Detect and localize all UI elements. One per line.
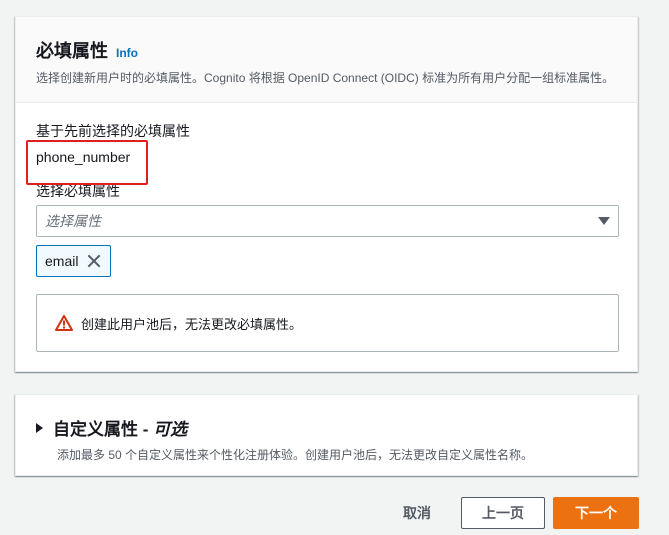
custom-attributes-expand-toggle[interactable]: 自定义属性 - 可选 bbox=[36, 415, 617, 440]
selected-attribute-token: email bbox=[36, 245, 112, 277]
next-button[interactable]: 下一个 bbox=[553, 497, 639, 529]
info-link[interactable]: Info bbox=[116, 46, 138, 60]
close-icon[interactable] bbox=[86, 253, 102, 269]
caret-right-icon bbox=[36, 422, 43, 433]
custom-attributes-title: 自定义属性 - 可选 bbox=[53, 420, 188, 439]
panel-description: 选择创建新用户时的必填属性。Cognito 将根据 OpenID Connect… bbox=[36, 71, 615, 85]
warning-icon bbox=[55, 315, 73, 331]
optional-label: 可选 bbox=[153, 420, 188, 439]
custom-attributes-panel: 自定义属性 - 可选 添加最多 50 个自定义属性来个性化注册体验。创建用户池后… bbox=[15, 394, 638, 476]
attribute-select-dropdown[interactable]: 选择属性 bbox=[36, 205, 619, 237]
required-attributes-panel: 必填属性 Info 选择创建新用户时的必填属性。Cognito 将根据 Open… bbox=[15, 16, 638, 372]
alert-text: 创建此用户池后，无法更改必填属性。 bbox=[81, 316, 303, 332]
preselected-label: 基于先前选择的必填属性 bbox=[36, 123, 190, 139]
panel-header: 必填属性 Info 选择创建新用户时的必填属性。Cognito 将根据 Open… bbox=[16, 17, 637, 103]
warning-alert: 创建此用户池后，无法更改必填属性。 bbox=[36, 294, 619, 352]
previous-button[interactable]: 上一页 bbox=[461, 497, 545, 529]
panel-body: 基于先前选择的必填属性 phone_number 选择必填属性 选择属性 ema… bbox=[16, 103, 637, 352]
cancel-button[interactable]: 取消 bbox=[392, 497, 442, 529]
caret-down-icon bbox=[598, 217, 610, 225]
custom-attributes-description: 添加最多 50 个自定义属性来个性化注册体验。创建用户池后，无法更改自定义属性名… bbox=[57, 448, 534, 462]
token-label: email bbox=[45, 253, 79, 269]
highlight-annotation-box bbox=[26, 140, 148, 185]
select-placeholder: 选择属性 bbox=[45, 213, 101, 229]
panel-title: 必填属性 bbox=[36, 41, 108, 61]
